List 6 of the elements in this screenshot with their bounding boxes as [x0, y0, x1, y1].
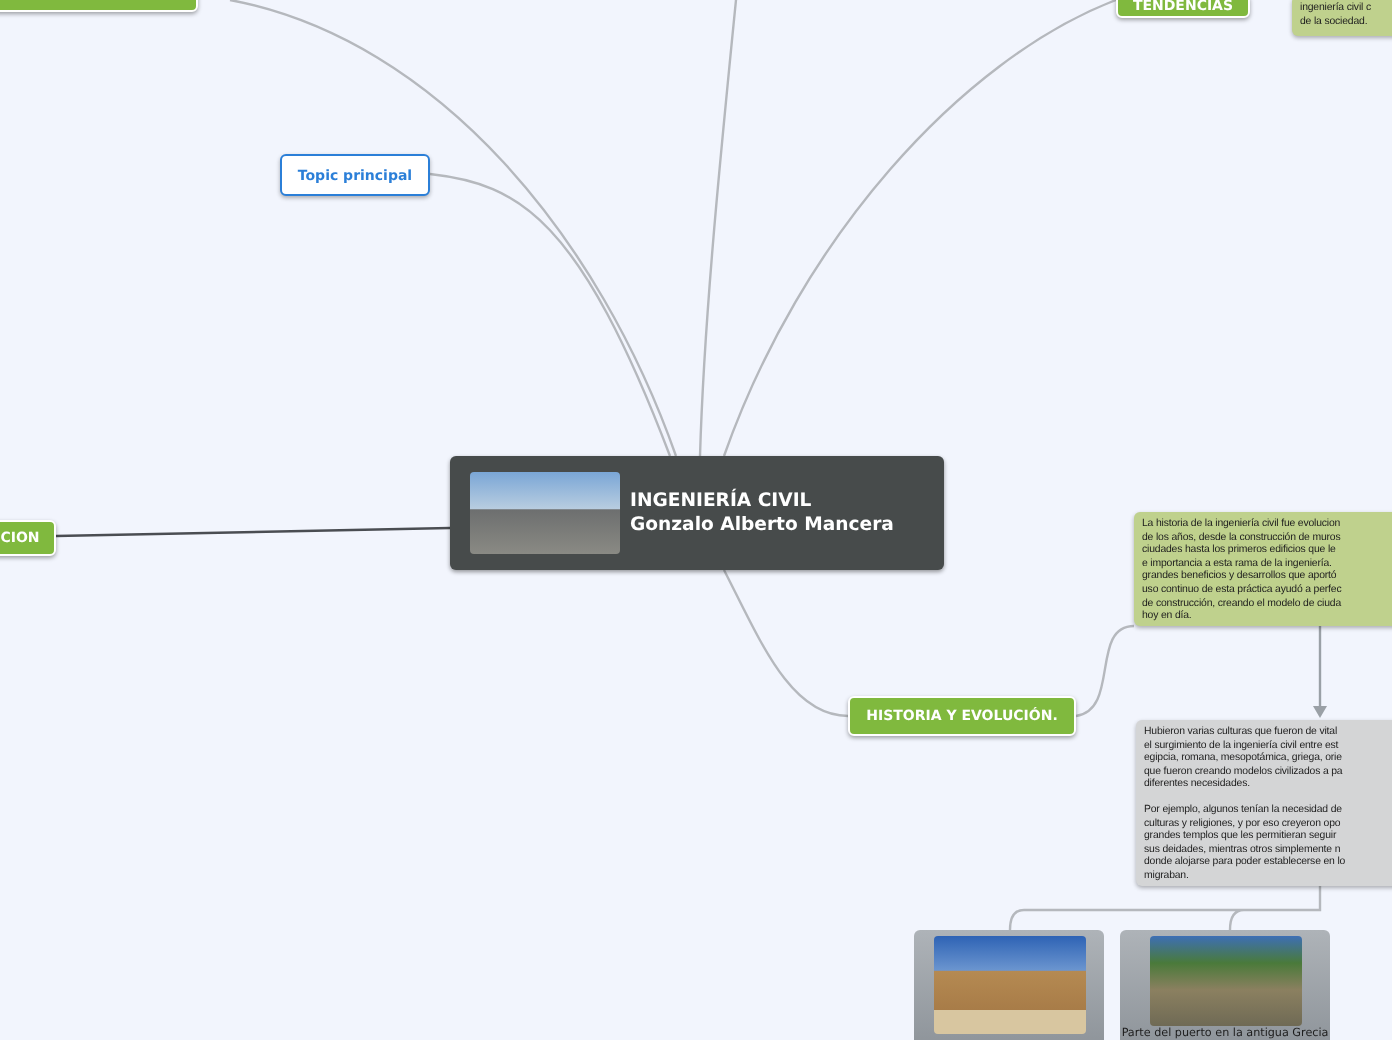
central-topic-title: INGENIERÍA CIVIL	[630, 489, 814, 513]
central-topic-subtitle: Gonzalo Alberto Mancera	[630, 513, 894, 537]
connector-arrow	[1313, 626, 1327, 718]
image-card[interactable]	[914, 930, 1104, 1040]
central-topic-node[interactable]: INGENIERÍA CIVIL Gonzalo Alberto Mancera	[450, 456, 944, 570]
connector-line	[1075, 624, 1135, 718]
